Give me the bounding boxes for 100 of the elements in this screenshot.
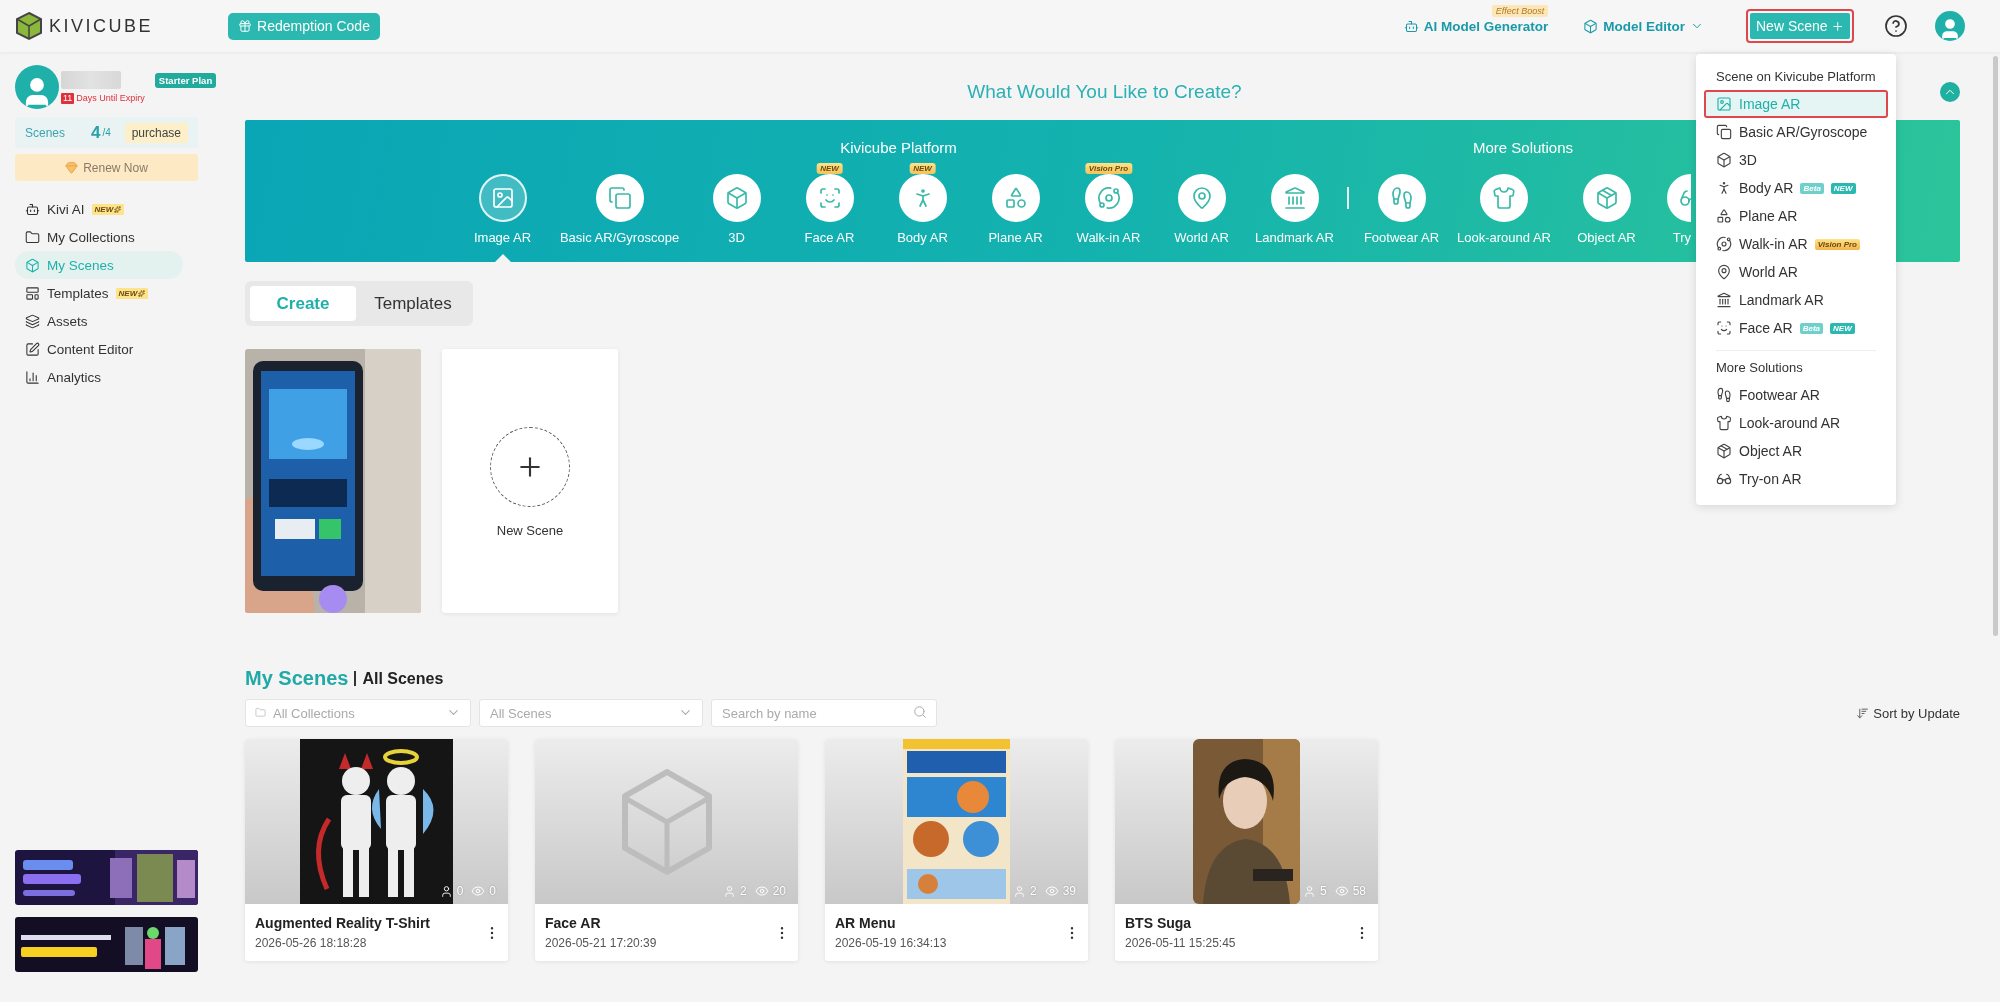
plan-badge: Starter Plan [154,73,217,88]
shirt-icon [1716,415,1732,431]
cube-logo [15,11,43,41]
eye-icon [471,884,486,898]
menu-item[interactable]: Footwear AR [1704,381,1888,409]
search-field[interactable]: Search by name [711,699,937,727]
section-title: My Scenes [245,667,349,690]
tag: NEW [1830,182,1856,194]
user-icon [439,884,453,898]
menu-item[interactable]: Basic AR/Gyroscope [1704,118,1888,146]
sidebar-item[interactable]: Templates NEW [15,279,183,307]
effect-boost-badge: Effect Boost [1491,4,1549,17]
copy-icon [1716,124,1732,140]
tag: Beta [1800,182,1824,194]
planet-icon [1096,186,1121,210]
menu-item[interactable]: World AR [1704,258,1888,286]
help-icon [1884,14,1908,38]
chart-icon [25,369,40,385]
user-icon [1012,884,1026,898]
sidebar-item[interactable]: Assets [15,307,183,335]
footprints-icon [1389,186,1414,210]
sidebar-item[interactable]: My Collections [15,223,183,251]
brand-name: KIVICUBE [49,15,154,37]
sort-button[interactable]: Sort by Update [1856,705,1960,721]
user-icon [1302,884,1316,898]
menu-item[interactable]: Look-around AR [1704,409,1888,437]
help-button[interactable] [1884,14,1908,38]
scene-title: BTS Suga [1125,915,1193,931]
landmark-icon [1716,292,1732,308]
template-icon [25,285,40,301]
create-heading: What Would You Like to Create? [966,81,1243,103]
scrollbar[interactable] [1993,56,1998,636]
scene-date: 2026-05-11 15:25:45 [1125,936,1237,950]
quota-limit: /4 [102,127,112,138]
new-badge: NEW [91,203,125,215]
cube-icon [1716,152,1732,168]
user-avatar[interactable] [1935,11,1965,41]
copy-icon [607,186,632,210]
new-badge: NEW [816,163,843,174]
face-scan-icon [1716,320,1732,336]
gem-icon [65,161,79,174]
gift-icon [238,19,253,33]
quota-used: 4 [90,122,101,143]
expiry-note: Days Until Expiry [76,93,145,103]
menu-item[interactable]: 3D [1704,146,1888,174]
robot-icon [25,201,40,217]
edit-icon [25,341,40,357]
tag: Beta [1799,322,1824,334]
map-pin-icon [1716,264,1732,280]
image-icon [1716,96,1732,112]
new-badge: NEW [909,163,936,174]
filter-select[interactable]: All Scenes [479,699,703,727]
shapes-icon [1716,208,1732,224]
scene-date: 2026-05-21 17:20:39 [545,936,658,950]
cube-icon [25,257,40,273]
filter-select[interactable]: All Collections [245,699,471,727]
group-heading: Kivicube Platform [840,139,957,156]
sidebar-item[interactable]: Content Editor [15,335,183,363]
blurred-name [61,70,121,89]
planet-icon [1716,236,1732,252]
renew-button[interactable]: Renew Now [15,154,198,181]
cube-icon [1583,18,1599,34]
menu-item[interactable]: Walk-in AR Vision Pro [1704,230,1888,258]
menu-item[interactable]: Object AR [1704,437,1888,465]
tag: NEW [1830,322,1855,334]
mode-tab[interactable]: Templates [360,286,466,321]
group-heading: More Solutions [1472,139,1574,156]
footprints-icon [1716,387,1732,403]
scene-title: AR Menu [835,915,897,931]
folder-icon [255,707,266,718]
purchase-button[interactable]: purchase [124,122,188,143]
menu-item[interactable]: Landmark AR [1704,286,1888,314]
person-icon [1716,180,1732,196]
package-icon [1716,443,1732,459]
shirt-icon [1492,186,1516,210]
new-badge: NEW [115,287,149,299]
search-icon [913,705,927,719]
menu-item[interactable]: Face AR Beta NEW [1704,314,1888,342]
sort-icon [1856,706,1870,720]
menu-item[interactable]: Try-on AR [1704,465,1888,493]
robot-icon [1403,18,1419,34]
cube-icon [724,186,749,210]
face-scan-icon [817,186,842,210]
new-scene-card[interactable]: New Scene [442,349,618,613]
eye-icon [1044,884,1059,898]
menu-item[interactable]: Body AR Beta NEW [1704,174,1888,202]
tab-pointer [494,254,511,262]
shapes-icon [1003,186,1028,210]
scene-title: Face AR [545,915,602,931]
eye-icon [1334,884,1349,898]
quota-label: Scenes [25,125,67,140]
package-icon [1594,186,1619,210]
menu-heading: Scene on Kivicube Platform [1715,68,1877,86]
sidebar-item[interactable]: Kivi AI NEW [15,195,183,223]
tag: Vision Pro [1814,238,1860,250]
eye-icon [754,884,769,898]
scene-date: 2026-05-19 16:34:13 [835,936,948,950]
menu-item[interactable]: Plane AR [1704,202,1888,230]
sidebar-item[interactable]: Analytics [15,363,183,391]
scene-date: 2026-05-26 18:18:28 [255,936,368,950]
